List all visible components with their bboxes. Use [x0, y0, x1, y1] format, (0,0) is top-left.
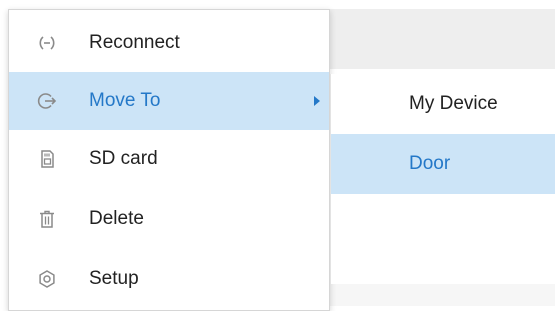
menu-item-reconnect[interactable]: Reconnect [9, 14, 329, 72]
menu-item-label: Reconnect [89, 32, 180, 53]
settings-icon [37, 269, 57, 289]
menu-item-label: Setup [89, 268, 139, 289]
menu-item-delete[interactable]: Delete [9, 190, 329, 248]
background-panel-bottom [330, 283, 555, 306]
background-panel-top [330, 9, 555, 69]
submenu-item-my-device[interactable]: My Device [331, 74, 555, 134]
menu-item-label: Delete [89, 208, 144, 229]
trash-icon [37, 209, 57, 229]
move-to-icon [37, 91, 57, 111]
move-to-submenu: My Device Door [330, 74, 555, 284]
menu-item-sd-card[interactable]: SD card [9, 130, 329, 188]
menu-item-setup[interactable]: Setup [9, 250, 329, 308]
menu-item-label: Move To [89, 90, 161, 111]
submenu-item-door[interactable]: Door [331, 134, 555, 194]
menu-item-label: SD card [89, 148, 158, 169]
reconnect-icon [37, 33, 57, 53]
sd-card-icon [37, 149, 57, 169]
submenu-item-label: My Device [409, 93, 498, 114]
submenu-item-label: Door [409, 153, 451, 174]
context-menu: Reconnect Move To SD card Delete Setup [8, 9, 330, 311]
submenu-arrow-icon [314, 96, 320, 106]
menu-item-move-to[interactable]: Move To [9, 72, 329, 130]
